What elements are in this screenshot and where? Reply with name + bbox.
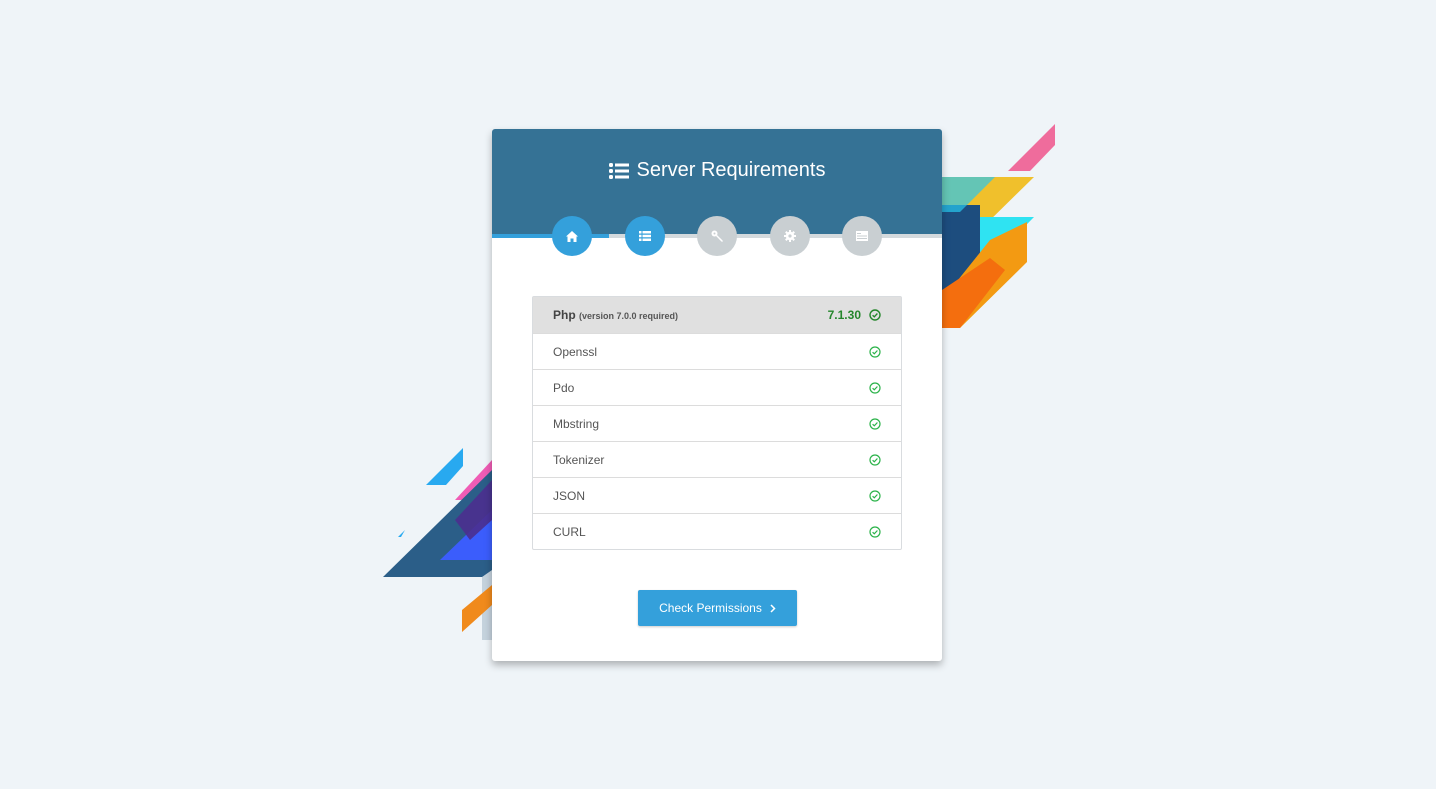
installer-card: Server Requirements Php (version 7.0.0 r… bbox=[492, 129, 942, 661]
check-permissions-button[interactable]: Check Permissions bbox=[638, 590, 797, 626]
php-requirement-row: Php (version 7.0.0 required) 7.1.30 bbox=[533, 297, 901, 333]
list-item: Tokenizer bbox=[533, 441, 901, 477]
php-label: Php (version 7.0.0 required) bbox=[553, 308, 679, 322]
list-icon bbox=[639, 231, 651, 241]
step-indicator bbox=[492, 216, 942, 256]
list-item: Openssl bbox=[533, 333, 901, 369]
list-item: Pdo bbox=[533, 369, 901, 405]
extension-label: Pdo bbox=[553, 380, 575, 395]
step-requirements[interactable] bbox=[625, 216, 665, 256]
extension-label: Tokenizer bbox=[553, 452, 605, 467]
requirements-list: Php (version 7.0.0 required) 7.1.30 Open… bbox=[532, 296, 902, 550]
list-item: Mbstring bbox=[533, 405, 901, 441]
check-circle-icon bbox=[869, 525, 881, 538]
chevron-right-icon bbox=[770, 603, 776, 613]
check-circle-icon bbox=[869, 381, 881, 394]
php-version: 7.1.30 bbox=[827, 308, 861, 322]
check-circle-icon bbox=[869, 309, 881, 321]
step-environment[interactable] bbox=[770, 216, 810, 256]
php-version-note: (version 7.0.0 required) bbox=[579, 311, 679, 321]
step-welcome[interactable] bbox=[552, 216, 592, 256]
check-circle-icon bbox=[869, 417, 881, 430]
check-permissions-label: Check Permissions bbox=[659, 601, 762, 615]
list-icon bbox=[608, 163, 629, 179]
check-circle-icon bbox=[869, 453, 881, 466]
key-icon bbox=[711, 230, 723, 242]
extension-label: Mbstring bbox=[553, 416, 600, 431]
extension-label: JSON bbox=[553, 488, 586, 503]
home-icon bbox=[566, 230, 578, 242]
check-circle-icon bbox=[869, 345, 881, 358]
list-item: JSON bbox=[533, 477, 901, 513]
page-title-text: Server Requirements bbox=[636, 159, 826, 181]
gear-icon bbox=[784, 230, 796, 242]
step-permissions[interactable] bbox=[697, 216, 737, 256]
step-final[interactable] bbox=[842, 216, 882, 256]
extension-label: CURL bbox=[553, 524, 586, 539]
check-circle-icon bbox=[869, 489, 881, 502]
list-item: CURL bbox=[533, 513, 901, 549]
page-title: Server Requirements bbox=[492, 157, 942, 183]
server-icon bbox=[856, 231, 868, 241]
extension-label: Openssl bbox=[553, 344, 598, 359]
